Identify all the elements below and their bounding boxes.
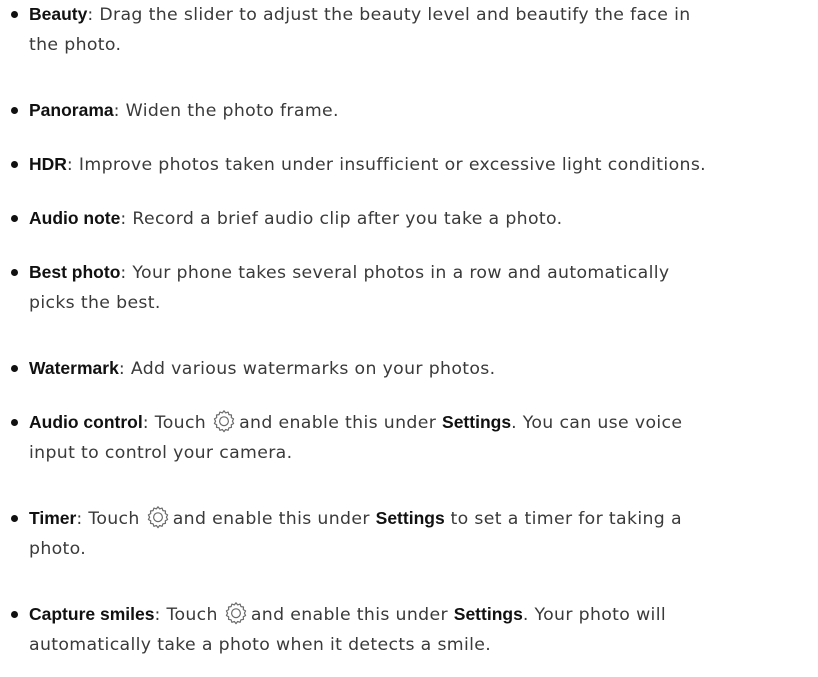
- item-text-continued: picks the best.: [29, 293, 161, 313]
- item-term: Beauty: [29, 4, 88, 24]
- bullet: [11, 11, 18, 18]
- item-term: Watermark: [29, 358, 119, 378]
- item-term: Capture smiles: [29, 604, 155, 624]
- item-text: and enable this under: [172, 509, 370, 529]
- bullet: [11, 107, 18, 114]
- settings-label: Settings: [453, 604, 523, 624]
- settings-label: Settings: [375, 508, 445, 528]
- item-text: : Touch: [76, 509, 140, 529]
- item-text-continued: automatically take a photo when it detec…: [29, 635, 492, 655]
- item-text-continued: the photo.: [29, 35, 122, 55]
- settings-label: Settings: [442, 412, 512, 432]
- list-item-watermark: Watermark: Add various watermarks on you…: [11, 353, 816, 384]
- item-text: : Add various watermarks on your photos.: [118, 359, 496, 379]
- settings-gear-icon: [212, 409, 236, 433]
- item-text-continued: input to control your camera.: [29, 443, 293, 463]
- list-item-audio-note: Audio note: Record a brief audio clip af…: [11, 203, 816, 234]
- bullet: [11, 611, 18, 618]
- item-text: : Touch: [142, 413, 207, 433]
- list-item-capture-smiles: Capture smiles: Touch and enable this und…: [11, 599, 816, 660]
- item-term: Best photo: [29, 262, 121, 282]
- item-text: and enable this under: [250, 605, 448, 625]
- item-term: Audio note: [29, 208, 121, 228]
- item-text: : Record a brief audio clip after you ta…: [120, 209, 563, 229]
- item-term: Panorama: [29, 100, 114, 120]
- item-text-continued: photo.: [29, 539, 87, 559]
- item-text: : Your phone takes several photos in a r…: [120, 263, 670, 283]
- list-item-hdr: HDR: Improve photos taken under insuffic…: [11, 149, 816, 180]
- bullet: [11, 269, 18, 276]
- item-text: : Touch: [154, 605, 218, 625]
- list-item-beauty: Beauty: Drag the slider to adjust the be…: [11, 0, 816, 60]
- list-item-best-photo: Best photo: Your phone takes several pho…: [11, 257, 816, 318]
- bullet: [11, 419, 18, 426]
- settings-gear-icon: [224, 601, 248, 625]
- settings-gear-icon: [146, 505, 170, 529]
- list-item-audio-control: Audio control: Touch and enable this unde…: [11, 407, 816, 468]
- item-text: . Your photo will: [522, 605, 667, 625]
- item-text: : Drag the slider to adjust the beauty l…: [87, 5, 691, 25]
- bullet: [11, 161, 18, 168]
- item-text: and enable this under: [239, 413, 437, 433]
- item-text: : Widen the photo frame.: [113, 101, 339, 121]
- list-item-panorama: Panorama: Widen the photo frame.: [11, 95, 816, 126]
- item-term: Timer: [29, 508, 77, 528]
- item-term: Audio control: [29, 412, 143, 432]
- bullet: [11, 215, 18, 222]
- bullet: [11, 515, 18, 522]
- bullet: [11, 365, 18, 372]
- item-term: HDR: [29, 154, 67, 174]
- item-text: to set a timer for taking a: [450, 509, 682, 529]
- list-item-timer: Timer: Touch and enable this under Settin…: [11, 503, 816, 564]
- item-text: : Improve photos taken under insufficien…: [66, 155, 707, 175]
- item-text: . You can use voice: [511, 413, 683, 433]
